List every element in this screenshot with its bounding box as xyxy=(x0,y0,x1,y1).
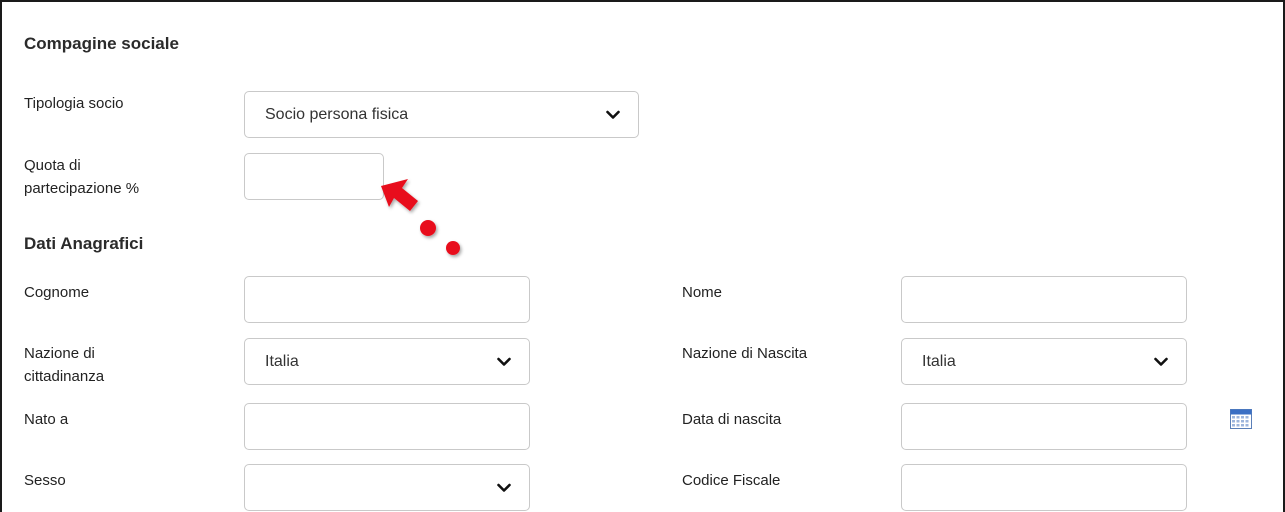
section-title-compagine-sociale: Compagine sociale xyxy=(24,34,179,53)
label-cognome: Cognome xyxy=(24,284,90,301)
nazione-cittadinanza-select[interactable]: Italia xyxy=(244,338,530,385)
chevron-down-icon xyxy=(606,110,620,119)
label-codice-fiscale: Codice Fiscale xyxy=(682,472,781,489)
red-arrow-pointer-icon xyxy=(381,179,460,255)
label-nazione-cittadinanza: Nazione di cittadinanza xyxy=(24,342,104,388)
label-nazione-cittadinanza-line2: cittadinanza xyxy=(24,368,105,385)
nato-a-input[interactable] xyxy=(244,403,530,450)
label-tipologia-socio: Tipologia socio xyxy=(24,95,124,112)
nome-input[interactable] xyxy=(901,276,1187,323)
nazione-cittadinanza-value: Italia xyxy=(265,352,299,370)
label-nazione-nascita: Nazione di Nascita xyxy=(682,345,808,362)
chevron-down-icon xyxy=(1154,357,1168,366)
label-data-nascita: Data di nascita xyxy=(682,411,782,428)
section-title-dati-anagrafici: Dati Anagrafici xyxy=(24,234,144,253)
label-nazione-cittadinanza-line1: Nazione di xyxy=(24,345,95,362)
label-nome: Nome xyxy=(682,284,723,301)
sesso-select[interactable] xyxy=(244,464,530,511)
chevron-down-icon xyxy=(497,483,511,492)
calendar-icon[interactable] xyxy=(1230,409,1252,429)
label-quota-partecipazione: Quota di partecipazione % xyxy=(24,154,139,200)
label-nato-a: Nato a xyxy=(24,411,69,428)
tipologia-socio-value: Socio persona fisica xyxy=(265,105,409,123)
nazione-nascita-select[interactable]: Italia xyxy=(901,338,1187,385)
nazione-nascita-value: Italia xyxy=(922,352,956,370)
data-nascita-input[interactable] xyxy=(901,403,1187,450)
cognome-input[interactable] xyxy=(244,276,530,323)
tipologia-socio-select[interactable]: Socio persona fisica xyxy=(244,91,639,138)
chevron-down-icon xyxy=(497,357,511,366)
codice-fiscale-input[interactable] xyxy=(901,464,1187,511)
form-panel: Compagine sociale Tipologia socio Socio … xyxy=(0,0,1285,512)
label-quota-line2: partecipazione % xyxy=(24,180,140,197)
label-quota-line1: Quota di xyxy=(24,157,81,174)
label-sesso: Sesso xyxy=(24,472,66,489)
quota-partecipazione-input[interactable] xyxy=(244,153,384,200)
